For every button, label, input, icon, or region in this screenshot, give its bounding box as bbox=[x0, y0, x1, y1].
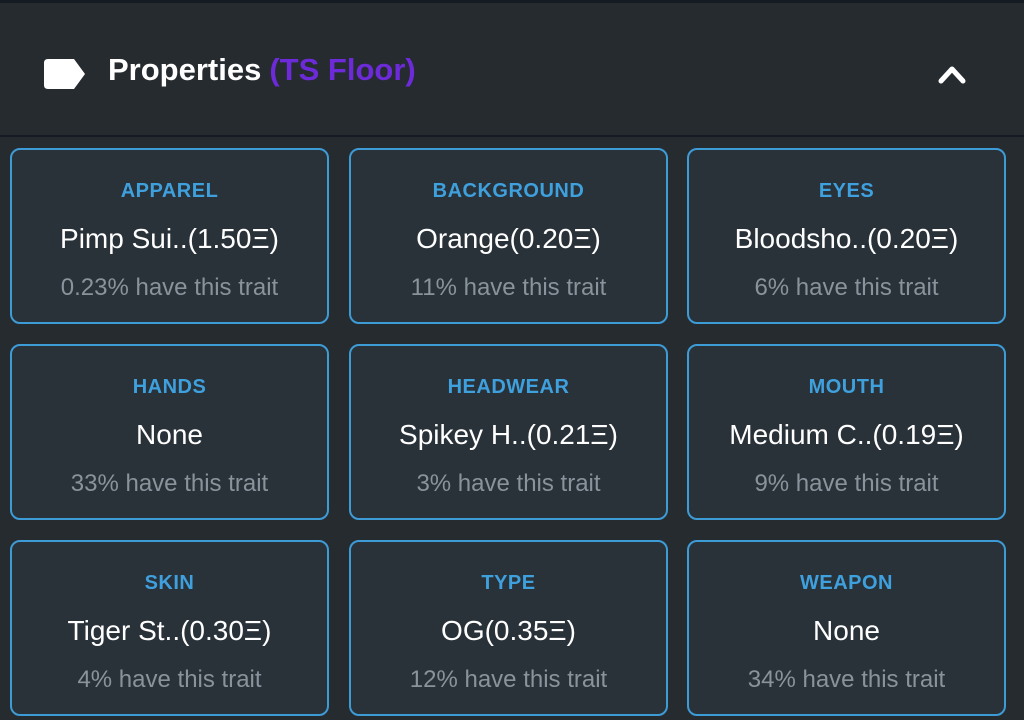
floor-label: (TS Floor) bbox=[269, 52, 416, 87]
trait-card[interactable]: MOUTH Medium C..(0.19Ξ) 9% have this tra… bbox=[687, 344, 1006, 520]
trait-type: MOUTH bbox=[808, 376, 885, 398]
properties-title: Properties bbox=[108, 52, 262, 87]
trait-type: EYES bbox=[818, 180, 875, 202]
trait-rarity: 11% have this trait bbox=[410, 274, 607, 301]
trait-value: Bloodsho..(0.20Ξ) bbox=[734, 223, 959, 254]
trait-value: Orange(0.20Ξ) bbox=[416, 223, 601, 254]
trait-card[interactable]: EYES Bloodsho..(0.20Ξ) 6% have this trai… bbox=[687, 148, 1006, 324]
trait-type: WEAPON bbox=[800, 572, 893, 594]
trait-card[interactable]: APPAREL Pimp Sui..(1.50Ξ) 0.23% have thi… bbox=[10, 148, 329, 324]
trait-value: Medium C..(0.19Ξ) bbox=[729, 419, 964, 450]
trait-card[interactable]: BACKGROUND Orange(0.20Ξ) 11% have this t… bbox=[349, 148, 668, 324]
trait-card[interactable]: HANDS None 33% have this trait bbox=[10, 344, 329, 520]
trait-value: Spikey H..(0.21Ξ) bbox=[399, 419, 618, 450]
trait-value: OG(0.35Ξ) bbox=[441, 615, 576, 646]
trait-type: HEADWEAR bbox=[447, 376, 570, 398]
trait-rarity: 3% have this trait bbox=[416, 470, 601, 497]
trait-rarity: 0.23% have this trait bbox=[60, 274, 279, 301]
trait-value: None bbox=[813, 615, 880, 646]
trait-type: SKIN bbox=[144, 572, 195, 594]
properties-panel: Properties (TS Floor) APPAREL Pimp Sui..(… bbox=[0, 0, 1024, 720]
properties-header[interactable]: Properties (TS Floor) bbox=[0, 6, 1024, 137]
trait-rarity: 33% have this trait bbox=[70, 470, 269, 497]
trait-card[interactable]: SKIN Tiger St..(0.30Ξ) 4% have this trai… bbox=[10, 540, 329, 716]
trait-card[interactable]: TYPE OG(0.35Ξ) 12% have this trait bbox=[349, 540, 668, 716]
trait-rarity: 6% have this trait bbox=[754, 274, 939, 301]
trait-card[interactable]: WEAPON None 34% have this trait bbox=[687, 540, 1006, 716]
trait-card[interactable]: HEADWEAR Spikey H..(0.21Ξ) 3% have this … bbox=[349, 344, 668, 520]
trait-value: None bbox=[136, 419, 203, 450]
trait-rarity: 12% have this trait bbox=[409, 666, 608, 693]
trait-type: TYPE bbox=[481, 572, 536, 594]
trait-value: Pimp Sui..(1.50Ξ) bbox=[60, 223, 279, 254]
trait-type: BACKGROUND bbox=[432, 180, 585, 202]
chevron-up-icon[interactable] bbox=[934, 58, 970, 88]
trait-rarity: 9% have this trait bbox=[754, 470, 939, 497]
trait-rarity: 34% have this trait bbox=[747, 666, 946, 693]
trait-value: Tiger St..(0.30Ξ) bbox=[67, 615, 272, 646]
tag-icon bbox=[44, 59, 85, 89]
page-title: Properties (TS Floor) bbox=[108, 52, 416, 88]
trait-type: HANDS bbox=[132, 376, 207, 398]
trait-rarity: 4% have this trait bbox=[77, 666, 262, 693]
trait-type: APPAREL bbox=[120, 180, 219, 202]
